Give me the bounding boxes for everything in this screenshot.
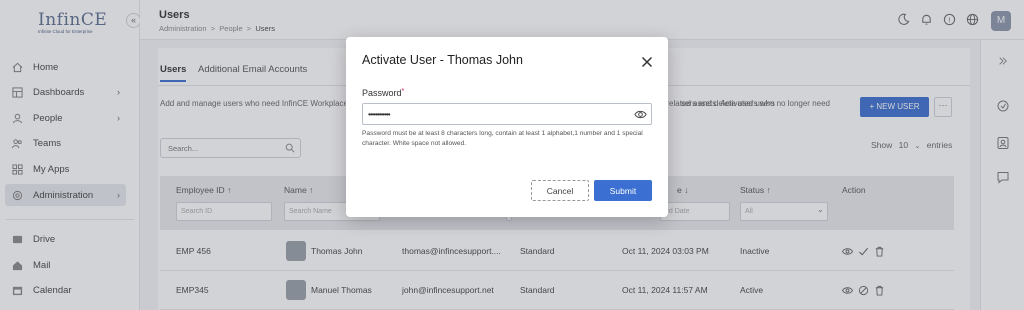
- submit-button[interactable]: Submit: [594, 180, 652, 201]
- password-input[interactable]: [363, 104, 623, 124]
- dialog-title: Activate User - Thomas John: [362, 53, 523, 67]
- close-icon[interactable]: [640, 55, 654, 69]
- password-field: [362, 103, 652, 125]
- cancel-button[interactable]: Cancel: [531, 180, 589, 201]
- activate-user-dialog: Activate User - Thomas John Password* Pa…: [346, 37, 668, 217]
- password-label-text: Password: [362, 88, 402, 98]
- required-mark: *: [401, 88, 405, 95]
- password-label: Password*: [362, 88, 404, 98]
- show-password-eye-icon[interactable]: [634, 108, 647, 121]
- password-hint: Password must be at least 8 characters l…: [362, 130, 643, 147]
